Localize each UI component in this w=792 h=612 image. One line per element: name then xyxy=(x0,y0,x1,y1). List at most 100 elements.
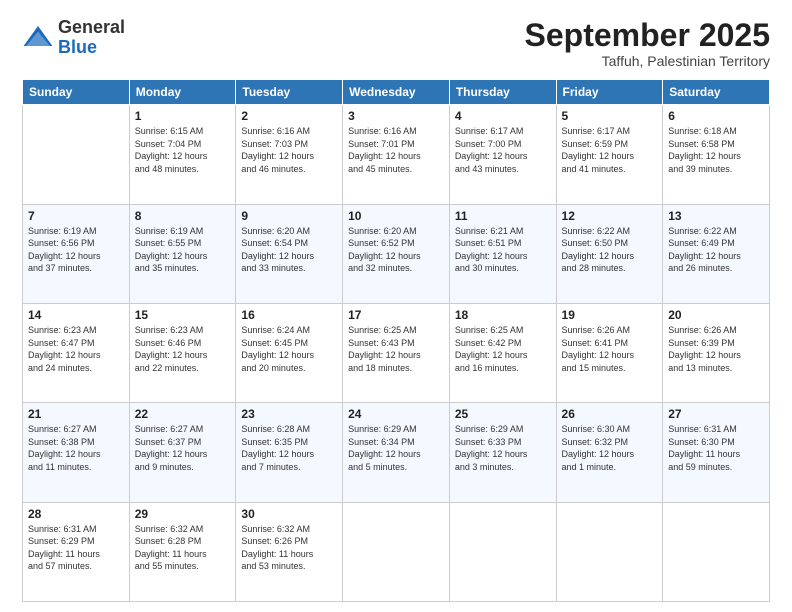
day-number: 18 xyxy=(455,308,551,322)
day-number: 5 xyxy=(562,109,658,123)
calendar-cell: 7Sunrise: 6:19 AM Sunset: 6:56 PM Daylig… xyxy=(23,204,130,303)
day-info: Sunrise: 6:32 AM Sunset: 6:28 PM Dayligh… xyxy=(135,523,231,573)
day-info: Sunrise: 6:32 AM Sunset: 6:26 PM Dayligh… xyxy=(241,523,337,573)
day-number: 1 xyxy=(135,109,231,123)
day-info: Sunrise: 6:15 AM Sunset: 7:04 PM Dayligh… xyxy=(135,125,231,175)
calendar-day-header: Tuesday xyxy=(236,80,343,105)
day-number: 4 xyxy=(455,109,551,123)
day-number: 27 xyxy=(668,407,764,421)
calendar-cell: 1 Sunrise: 6:15 AM Sunset: 7:04 PM Daylig… xyxy=(129,105,236,204)
day-number: 8 xyxy=(135,209,231,223)
calendar-cell: 13Sunrise: 6:22 AM Sunset: 6:49 PM Dayli… xyxy=(663,204,770,303)
day-number: 23 xyxy=(241,407,337,421)
header: General Blue September 2025 Taffuh, Pale… xyxy=(22,18,770,69)
calendar-week-row: 14Sunrise: 6:23 AM Sunset: 6:47 PM Dayli… xyxy=(23,303,770,402)
logo-general: General xyxy=(58,18,125,38)
calendar-header-row: SundayMondayTuesdayWednesdayThursdayFrid… xyxy=(23,80,770,105)
calendar-cell: 21 Sunrise: 6:27 AM Sunset: 6:38 PM Dayli… xyxy=(23,403,130,502)
day-number: 11 xyxy=(455,209,551,223)
day-number: 29 xyxy=(135,507,231,521)
day-info: Sunrise: 6:16 AM Sunset: 7:03 PM Dayligh… xyxy=(241,125,337,175)
day-number: 30 xyxy=(241,507,337,521)
calendar-cell: 25 Sunrise: 6:29 AM Sunset: 6:33 PM Dayli… xyxy=(449,403,556,502)
calendar-cell: 23 Sunrise: 6:28 AM Sunset: 6:35 PM Dayli… xyxy=(236,403,343,502)
calendar-week-row: 21 Sunrise: 6:27 AM Sunset: 6:38 PM Dayli… xyxy=(23,403,770,502)
day-number: 20 xyxy=(668,308,764,322)
calendar-cell xyxy=(556,502,663,601)
calendar-table: SundayMondayTuesdayWednesdayThursdayFrid… xyxy=(22,79,770,602)
calendar-cell: 17 Sunrise: 6:25 AM Sunset: 6:43 PM Dayli… xyxy=(343,303,450,402)
day-number: 12 xyxy=(562,209,658,223)
day-number: 17 xyxy=(348,308,444,322)
day-number: 21 xyxy=(28,407,124,421)
day-number: 2 xyxy=(241,109,337,123)
calendar-cell xyxy=(663,502,770,601)
calendar-cell: 24 Sunrise: 6:29 AM Sunset: 6:34 PM Dayli… xyxy=(343,403,450,502)
calendar-cell: 29 Sunrise: 6:32 AM Sunset: 6:28 PM Dayli… xyxy=(129,502,236,601)
day-info: Sunrise: 6:25 AM Sunset: 6:43 PM Dayligh… xyxy=(348,324,444,374)
day-info: Sunrise: 6:29 AM Sunset: 6:33 PM Dayligh… xyxy=(455,423,551,473)
day-info: Sunrise: 6:19 AM Sunset: 6:55 PM Dayligh… xyxy=(135,225,231,275)
calendar-day-header: Friday xyxy=(556,80,663,105)
calendar-cell: 20 Sunrise: 6:26 AM Sunset: 6:39 PM Dayli… xyxy=(663,303,770,402)
calendar-day-header: Wednesday xyxy=(343,80,450,105)
calendar-cell xyxy=(449,502,556,601)
day-number: 25 xyxy=(455,407,551,421)
day-info: Sunrise: 6:31 AM Sunset: 6:30 PM Dayligh… xyxy=(668,423,764,473)
day-info: Sunrise: 6:27 AM Sunset: 6:38 PM Dayligh… xyxy=(28,423,124,473)
calendar-cell: 28Sunrise: 6:31 AM Sunset: 6:29 PM Dayli… xyxy=(23,502,130,601)
day-number: 6 xyxy=(668,109,764,123)
day-info: Sunrise: 6:20 AM Sunset: 6:52 PM Dayligh… xyxy=(348,225,444,275)
calendar-day-header: Monday xyxy=(129,80,236,105)
day-info: Sunrise: 6:17 AM Sunset: 6:59 PM Dayligh… xyxy=(562,125,658,175)
calendar-cell: 26Sunrise: 6:30 AM Sunset: 6:32 PM Dayli… xyxy=(556,403,663,502)
logo-blue: Blue xyxy=(58,38,125,58)
day-number: 22 xyxy=(135,407,231,421)
day-info: Sunrise: 6:19 AM Sunset: 6:56 PM Dayligh… xyxy=(28,225,124,275)
day-number: 16 xyxy=(241,308,337,322)
day-number: 28 xyxy=(28,507,124,521)
calendar-cell xyxy=(23,105,130,204)
day-info: Sunrise: 6:24 AM Sunset: 6:45 PM Dayligh… xyxy=(241,324,337,374)
calendar-cell: 12Sunrise: 6:22 AM Sunset: 6:50 PM Dayli… xyxy=(556,204,663,303)
day-info: Sunrise: 6:17 AM Sunset: 7:00 PM Dayligh… xyxy=(455,125,551,175)
calendar-cell: 27 Sunrise: 6:31 AM Sunset: 6:30 PM Dayli… xyxy=(663,403,770,502)
calendar-cell: 16 Sunrise: 6:24 AM Sunset: 6:45 PM Dayli… xyxy=(236,303,343,402)
day-info: Sunrise: 6:16 AM Sunset: 7:01 PM Dayligh… xyxy=(348,125,444,175)
calendar-cell: 30 Sunrise: 6:32 AM Sunset: 6:26 PM Dayli… xyxy=(236,502,343,601)
calendar-cell: 22 Sunrise: 6:27 AM Sunset: 6:37 PM Dayli… xyxy=(129,403,236,502)
day-info: Sunrise: 6:20 AM Sunset: 6:54 PM Dayligh… xyxy=(241,225,337,275)
calendar-cell: 10 Sunrise: 6:20 AM Sunset: 6:52 PM Dayli… xyxy=(343,204,450,303)
day-info: Sunrise: 6:28 AM Sunset: 6:35 PM Dayligh… xyxy=(241,423,337,473)
calendar-cell: 8 Sunrise: 6:19 AM Sunset: 6:55 PM Daylig… xyxy=(129,204,236,303)
day-info: Sunrise: 6:18 AM Sunset: 6:58 PM Dayligh… xyxy=(668,125,764,175)
logo: General Blue xyxy=(22,18,125,58)
day-number: 9 xyxy=(241,209,337,223)
day-number: 26 xyxy=(562,407,658,421)
logo-text: General Blue xyxy=(58,18,125,58)
calendar-cell: 3Sunrise: 6:16 AM Sunset: 7:01 PM Daylig… xyxy=(343,105,450,204)
calendar-cell: 5 Sunrise: 6:17 AM Sunset: 6:59 PM Daylig… xyxy=(556,105,663,204)
calendar-cell: 19Sunrise: 6:26 AM Sunset: 6:41 PM Dayli… xyxy=(556,303,663,402)
main-title: September 2025 xyxy=(525,18,770,53)
calendar-cell: 2 Sunrise: 6:16 AM Sunset: 7:03 PM Daylig… xyxy=(236,105,343,204)
logo-icon xyxy=(22,22,54,54)
calendar-cell: 9 Sunrise: 6:20 AM Sunset: 6:54 PM Daylig… xyxy=(236,204,343,303)
calendar-cell: 11Sunrise: 6:21 AM Sunset: 6:51 PM Dayli… xyxy=(449,204,556,303)
day-info: Sunrise: 6:27 AM Sunset: 6:37 PM Dayligh… xyxy=(135,423,231,473)
day-info: Sunrise: 6:23 AM Sunset: 6:46 PM Dayligh… xyxy=(135,324,231,374)
calendar-week-row: 28Sunrise: 6:31 AM Sunset: 6:29 PM Dayli… xyxy=(23,502,770,601)
day-number: 14 xyxy=(28,308,124,322)
day-info: Sunrise: 6:26 AM Sunset: 6:39 PM Dayligh… xyxy=(668,324,764,374)
calendar-day-header: Sunday xyxy=(23,80,130,105)
day-info: Sunrise: 6:29 AM Sunset: 6:34 PM Dayligh… xyxy=(348,423,444,473)
day-number: 24 xyxy=(348,407,444,421)
day-number: 15 xyxy=(135,308,231,322)
page: General Blue September 2025 Taffuh, Pale… xyxy=(0,0,792,612)
day-number: 19 xyxy=(562,308,658,322)
day-number: 10 xyxy=(348,209,444,223)
calendar-day-header: Thursday xyxy=(449,80,556,105)
subtitle: Taffuh, Palestinian Territory xyxy=(525,53,770,69)
calendar-cell: 14Sunrise: 6:23 AM Sunset: 6:47 PM Dayli… xyxy=(23,303,130,402)
calendar-cell: 4 Sunrise: 6:17 AM Sunset: 7:00 PM Daylig… xyxy=(449,105,556,204)
